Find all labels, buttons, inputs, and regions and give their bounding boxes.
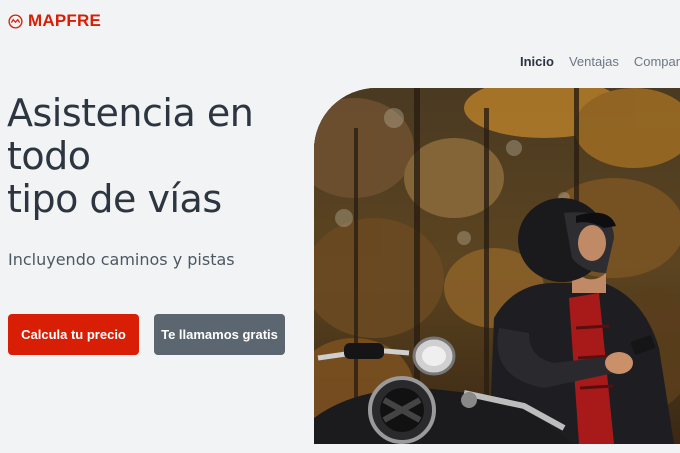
hero-image: [314, 88, 680, 444]
headline-line: tipo de vías: [7, 177, 222, 221]
nav-item-ventajas[interactable]: Ventajas: [569, 54, 619, 69]
calcula-precio-button[interactable]: Calcula tu precio: [8, 314, 139, 355]
headline-line: Asistencia en: [7, 91, 254, 135]
main-nav: Inicio Ventajas Comparat: [520, 54, 680, 69]
nav-item-inicio[interactable]: Inicio: [520, 54, 554, 69]
brand-name: MAPFRE: [28, 11, 101, 30]
headline-line: todo: [7, 134, 91, 178]
motorcyclist-illustration: [314, 88, 680, 444]
te-llamamos-button[interactable]: Te llamamos gratis: [154, 314, 285, 355]
hero-headline: Asistencia en todo tipo de vías: [7, 92, 307, 221]
hero-subtitle: Incluyendo caminos y pistas: [8, 250, 235, 269]
nav-item-comparativa[interactable]: Comparat: [634, 54, 680, 69]
brand-logo[interactable]: MAPFRE: [8, 11, 101, 31]
mapfre-logo-icon: [8, 13, 23, 29]
